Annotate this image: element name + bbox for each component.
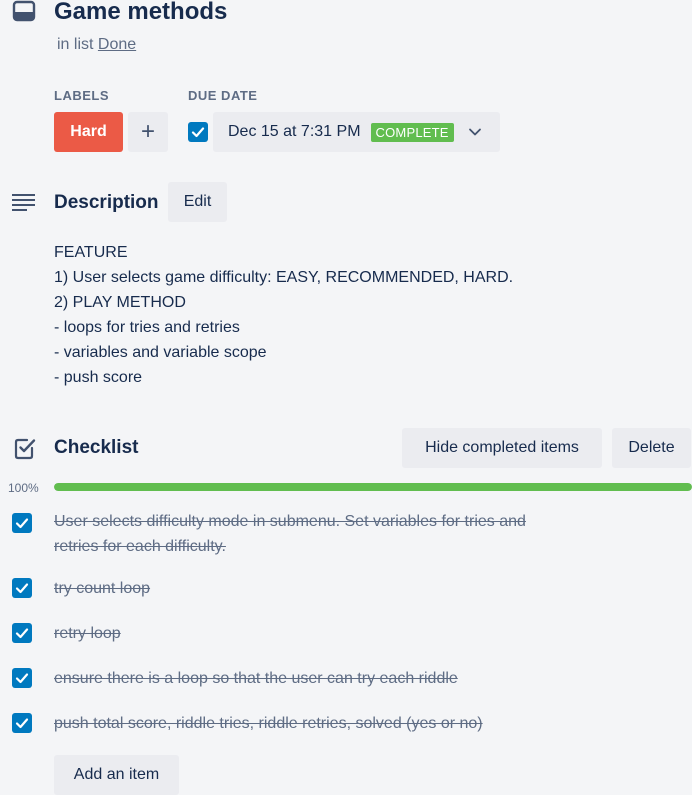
description-line: - push score — [54, 369, 143, 386]
in-list-text: in list Done — [57, 36, 136, 54]
check-icon — [15, 628, 29, 639]
description-line: FEATURE — [54, 244, 128, 261]
in-list-prefix: in list — [57, 36, 94, 53]
due-date-checkbox[interactable] — [188, 122, 208, 142]
description-body[interactable]: FEATURE 1) User selects game difficulty:… — [54, 240, 513, 390]
description-icon — [12, 193, 36, 213]
check-icon — [15, 673, 29, 684]
add-item-button[interactable]: Add an item — [54, 755, 179, 795]
card-icon — [12, 0, 36, 22]
checklist-item-checkbox[interactable] — [12, 668, 32, 688]
edit-description-button[interactable]: Edit — [168, 182, 227, 222]
check-icon — [15, 718, 29, 729]
checklist-item-text: User selects difficulty mode in submenu.… — [54, 513, 526, 530]
labels-heading: LABELS — [54, 88, 109, 103]
check-icon — [15, 583, 29, 594]
description-line: - variables and variable scope — [54, 344, 267, 361]
plus-icon: + — [140, 118, 155, 145]
checklist-item-checkbox[interactable] — [12, 713, 32, 733]
checklist-icon — [13, 437, 37, 461]
checklist-heading: Checklist — [54, 437, 139, 458]
checklist-item-checkbox[interactable] — [12, 623, 32, 643]
checklist-item-text[interactable]: push total score, riddle tries, riddle r… — [54, 711, 483, 736]
progress-percent: 100% — [8, 481, 39, 495]
checklist-item-text: retries for each difficulty. — [54, 538, 226, 555]
checklist-item-text[interactable]: ensure there is a loop so that the user … — [54, 666, 458, 691]
delete-checklist-button[interactable]: Delete — [612, 428, 691, 468]
hide-completed-button[interactable]: Hide completed items — [402, 428, 602, 468]
checklist-item-checkbox[interactable] — [12, 578, 32, 598]
progress-bar-fill — [54, 483, 692, 491]
description-heading: Description — [54, 192, 159, 213]
due-date-button[interactable]: Dec 15 at 7:31 PM COMPLETE — [213, 112, 500, 152]
label-hard[interactable]: Hard — [54, 112, 123, 152]
list-name-link[interactable]: Done — [98, 36, 136, 53]
check-icon — [191, 127, 205, 138]
chevron-down-icon — [468, 128, 481, 136]
progress-bar — [54, 483, 692, 491]
description-line: 1) User selects game difficulty: EASY, R… — [54, 269, 514, 286]
add-label-button[interactable]: + — [128, 112, 168, 152]
complete-badge: COMPLETE — [370, 122, 454, 142]
checklist-item-text[interactable]: retry loop — [54, 621, 121, 646]
due-date-value: Dec 15 at 7:31 PM — [228, 123, 361, 140]
checklist-item-checkbox[interactable] — [12, 513, 32, 533]
check-icon — [15, 518, 29, 529]
checklist-item-text[interactable]: try count loop — [54, 576, 150, 601]
description-line: 2) PLAY METHOD — [54, 294, 186, 311]
description-line: - loops for tries and retries — [54, 319, 240, 336]
card-title[interactable]: Game methods — [54, 0, 227, 26]
due-date-heading: DUE DATE — [188, 88, 258, 103]
checklist-item[interactable]: User selects difficulty mode in submenu.… — [54, 509, 526, 559]
